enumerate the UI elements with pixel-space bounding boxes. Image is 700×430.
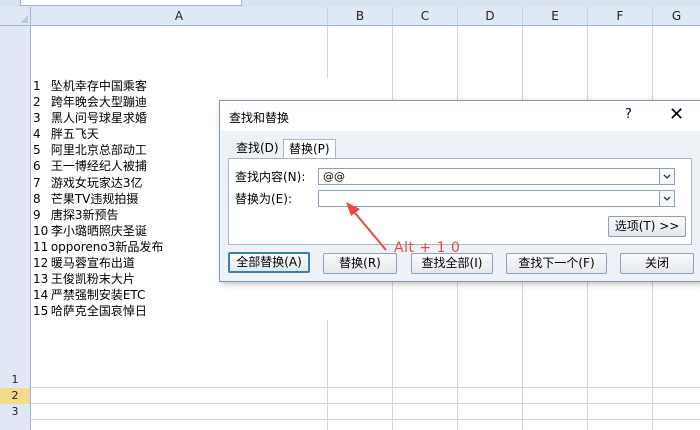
cell-line-number: 9: [33, 207, 41, 222]
cell-line-number: 1: [33, 79, 41, 93]
cell-line-number: 15: [33, 304, 49, 319]
cell-line-text: 李小璐晒照庆圣诞: [50, 223, 147, 238]
cell-line-number: 5: [33, 143, 41, 158]
find-all-button[interactable]: 查找全部(I): [411, 253, 493, 274]
cell-line-number: 2: [33, 95, 41, 110]
close-icon[interactable]: ✕: [669, 104, 684, 125]
replace-all-button[interactable]: 全部替换(A): [228, 252, 310, 273]
find-what-value: @@: [323, 170, 345, 183]
help-icon[interactable]: ?: [625, 107, 632, 122]
options-button[interactable]: 选项(T) >>: [608, 216, 686, 237]
cell-line-number: 3: [33, 111, 41, 126]
cell-line-number: 10: [33, 223, 49, 238]
cell-line: 1 坠机幸存中国乘客: [33, 78, 333, 94]
find-what-label: 查找内容(N):: [235, 170, 306, 184]
column-header-d[interactable]: D: [458, 7, 523, 25]
cell-line-text: 王一博经纪人被捕: [50, 159, 147, 174]
cell-line: 15 哈萨克全国哀悼日: [33, 303, 333, 319]
cell-line: 14 严禁强制安装ETC: [33, 287, 333, 303]
cell-line-text: 暖马蓉宣布出道: [50, 256, 135, 271]
tab-replace[interactable]: 替换(P): [283, 139, 336, 160]
cell-line-number: 11: [33, 239, 49, 254]
chevron-down-icon: [663, 196, 671, 201]
cell-line-number: 6: [33, 159, 41, 174]
column-header-c[interactable]: C: [393, 7, 458, 25]
find-next-button[interactable]: 查找下一个(F): [506, 253, 607, 274]
close-button[interactable]: 关闭: [620, 253, 694, 274]
cell-line-text: 胖五飞天: [50, 127, 99, 142]
cell-line-number: 4: [33, 127, 41, 142]
annotation-arrow-icon: [346, 202, 387, 251]
column-header-bar: A B C D E F G: [0, 7, 700, 26]
row-header-2[interactable]: 2: [0, 388, 30, 404]
cell-line-text: 黑人问号球星求婚: [50, 111, 147, 126]
cell-line-text: 严禁强制安装ETC: [50, 288, 146, 303]
column-header-g[interactable]: G: [653, 7, 700, 25]
cell-line-text: 游戏女玩家达3亿: [50, 175, 143, 190]
ribbon-edge: [0, 0, 700, 7]
cell-line-text: 王俊凯粉末大片: [50, 272, 135, 287]
cell-line-text: 唐探3新预告: [50, 207, 119, 222]
dialog-title-bar: 查找和替换 ? ✕: [220, 101, 700, 131]
chevron-down-icon: [663, 174, 671, 179]
cell-line-number: 7: [33, 175, 41, 190]
name-box-edge: [20, 0, 242, 6]
cell-line-text: 跨年晚会大型蹦迪: [50, 95, 147, 110]
cell-line-text: 芒果TV违规拍摄: [50, 191, 139, 206]
column-header-f[interactable]: F: [588, 7, 653, 25]
cell-line-number: 12: [33, 256, 49, 271]
cell-line-text: 坠机幸存中国乘客: [50, 79, 147, 93]
replace-with-label: 替换为(E):: [235, 192, 292, 206]
annotation-text: Alt + 1 0: [394, 240, 461, 256]
select-all-triangle-icon: [20, 15, 28, 23]
cell-line-number: 8: [33, 191, 41, 206]
replace-panel: 查找内容(N): @@ 替换为(E): 选项(T) >>: [228, 158, 692, 245]
cell-line-number: 13: [33, 272, 49, 287]
cell-line-text: 阿里北京总部动工: [50, 143, 147, 158]
dialog-title: 查找和替换: [229, 111, 290, 125]
row-header-1[interactable]: 1: [0, 372, 30, 388]
replace-dropdown-button[interactable]: [659, 191, 674, 206]
column-header-e[interactable]: E: [523, 7, 588, 25]
row-header-bar: 1 2 3: [0, 26, 31, 430]
column-header-b[interactable]: B: [328, 7, 393, 25]
find-what-input[interactable]: @@: [318, 168, 675, 185]
cell-line-number: 14: [33, 288, 49, 303]
tab-find[interactable]: 查找(D): [231, 139, 284, 158]
cell-line-text: 哈萨克全国哀悼日: [50, 304, 147, 319]
column-header-a[interactable]: A: [31, 7, 328, 25]
row-header-3[interactable]: 3: [0, 404, 30, 420]
find-dropdown-button[interactable]: [659, 169, 674, 184]
select-all-corner[interactable]: [0, 7, 31, 25]
cell-line-text: opporeno3新品发布: [50, 239, 164, 254]
